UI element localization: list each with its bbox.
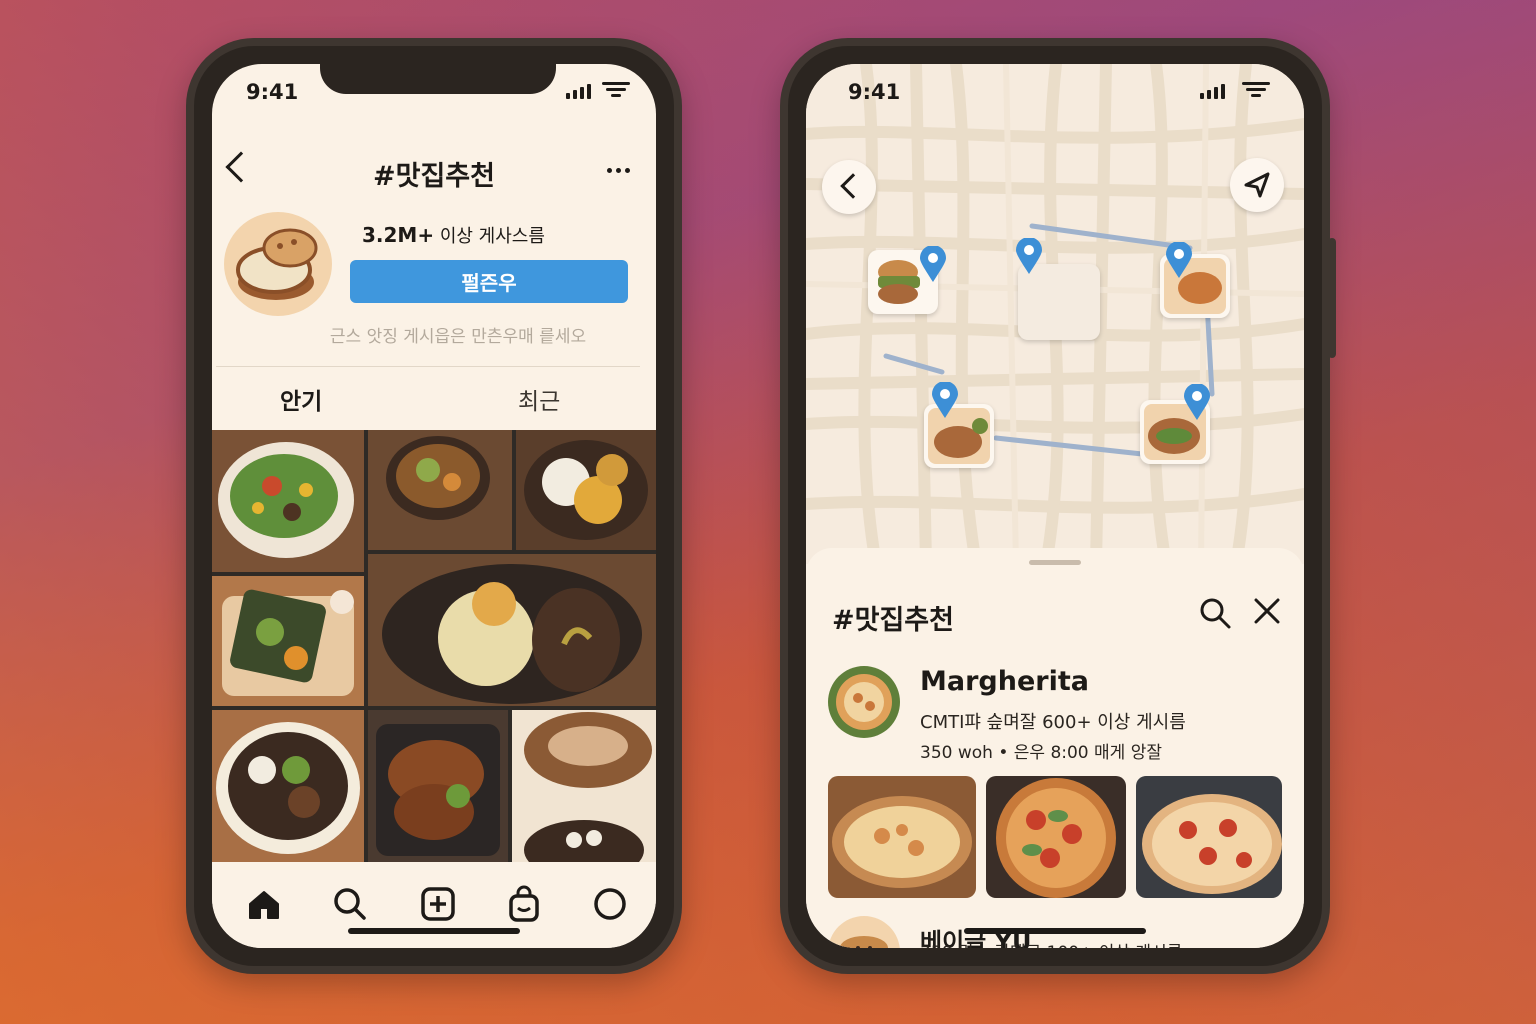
post-grid [212, 430, 656, 862]
status-time: 9:41 [848, 80, 901, 104]
chevron-left-icon [840, 173, 866, 199]
search-icon[interactable] [330, 884, 370, 924]
post-tile-salad[interactable] [212, 430, 364, 572]
post-tile-platter[interactable] [368, 554, 656, 706]
map-place-soup[interactable] [1160, 242, 1230, 318]
add-icon[interactable] [418, 884, 458, 924]
tab-recent[interactable]: 최근 [518, 382, 560, 416]
result-meta: CMTI퍄 슾며잘 600+ 이상 게시름 [920, 712, 1186, 733]
navigation-icon [1244, 172, 1270, 198]
notch [320, 64, 556, 94]
post-tile-dessert[interactable] [512, 710, 656, 862]
wifi-icon [1242, 82, 1270, 100]
map-pin-icon [1166, 242, 1192, 278]
hashtag-feed-screen: 9:41 #맛집추천 3.2M+ 이상 게사스름 펄즌우 근스 앗징 게시읍은 … [212, 64, 656, 948]
bottom-nav [212, 864, 656, 948]
result-photo-1[interactable] [828, 776, 976, 898]
map-screen: 9:41 #맛집추천 Margherita CMTI퍄 슾며잘 600+ 이상 … [806, 64, 1304, 948]
more-horizontal-icon[interactable] [607, 168, 630, 173]
map-pin-icon [920, 246, 946, 282]
right-phone: 9:41 #맛집추천 Margherita CMTI퍄 슾며잘 600+ 이상 … [780, 38, 1336, 974]
map-place-pancake[interactable] [1140, 384, 1210, 464]
signal-icon [566, 84, 591, 99]
result-photo-2[interactable] [986, 776, 1126, 898]
home-icon[interactable] [244, 884, 284, 924]
map-pin-icon [1184, 384, 1210, 420]
result-name[interactable]: Margherita [920, 666, 1089, 697]
side-button [1328, 238, 1336, 358]
search-icon[interactable] [1198, 596, 1232, 630]
map-pin-icon [932, 382, 958, 418]
sheet-title: #맛집추천 [832, 605, 954, 636]
map-place-burger[interactable] [868, 246, 946, 314]
results-sheet: #맛집추천 Margherita CMTI퍄 슾며잘 600+ 이상 게시름 3… [806, 548, 1304, 948]
result-avatar-bagel[interactable] [828, 916, 900, 948]
profile-icon[interactable] [590, 884, 630, 924]
follow-button[interactable]: 펄즌우 [350, 260, 628, 303]
map-place-building[interactable] [1016, 238, 1100, 340]
tab-popular[interactable]: 안기 [280, 382, 322, 416]
shop-icon[interactable] [504, 884, 544, 924]
home-indicator [348, 928, 520, 934]
post-tile-stew[interactable] [368, 430, 512, 550]
post-tile-bibimbap[interactable] [212, 710, 364, 862]
sheet-handle[interactable] [1029, 560, 1081, 565]
left-phone: 9:41 #맛집추천 3.2M+ 이상 게사스름 펄즌우 근스 앗징 게시읍은 … [186, 38, 682, 974]
result-photo-3[interactable] [1136, 776, 1282, 898]
result-hours: 350 woh • 은우 8:00 매게 앙잘 [920, 743, 1162, 763]
map-back-button[interactable] [822, 160, 876, 214]
close-icon[interactable] [1252, 596, 1282, 626]
status-time: 9:41 [246, 80, 299, 104]
post-count: 3.2M+ 이상 게사스름 [362, 223, 545, 247]
home-indicator [964, 928, 1146, 934]
post-tile-grill[interactable] [368, 710, 508, 862]
page-title: #맛집추천 [373, 161, 495, 192]
post-tile-rice[interactable] [516, 430, 656, 550]
map-place-dumpling[interactable] [924, 382, 994, 468]
map-pin-icon [1016, 238, 1042, 274]
hashtag-avatar [224, 212, 332, 316]
hint-text: 근스 앗징 게시읍은 만츤우매 릍세오 [329, 327, 587, 347]
post-tile-veggies[interactable] [212, 576, 364, 706]
locate-button[interactable] [1230, 158, 1284, 212]
result-avatar-margherita[interactable] [828, 666, 900, 738]
map-view[interactable] [806, 64, 1304, 564]
result-meta-2: 350 밈 • 칸데쿠 100+ 이상 게시름 [920, 938, 1182, 948]
divider [216, 366, 640, 367]
signal-icon [1200, 84, 1225, 99]
wifi-icon [602, 82, 630, 100]
